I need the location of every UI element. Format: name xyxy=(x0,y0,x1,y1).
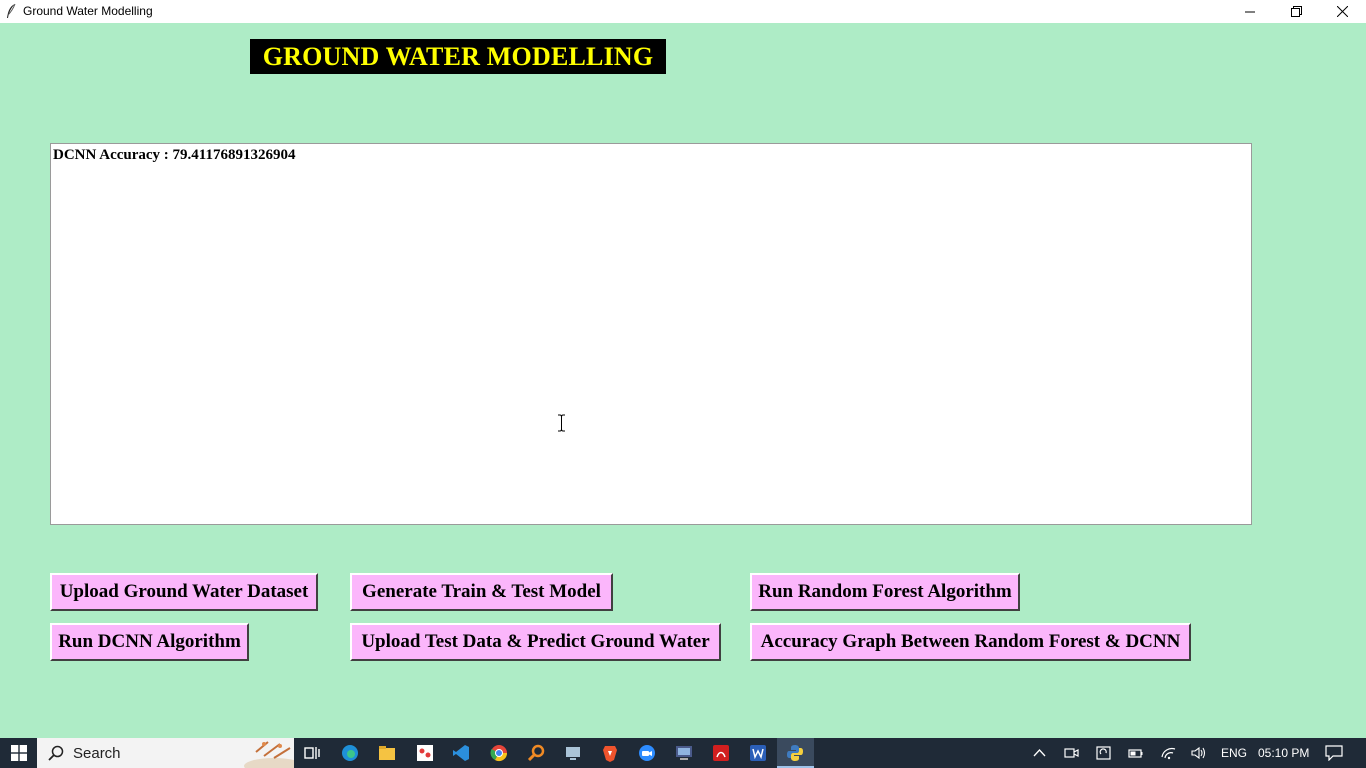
monitor-app-icon[interactable] xyxy=(674,743,694,763)
output-text: DCNN Accuracy : 79.41176891326904 xyxy=(53,147,296,163)
chrome-browser-icon[interactable] xyxy=(489,743,509,763)
search-placeholder: Search xyxy=(73,744,121,762)
run-dcnn-button[interactable]: Run DCNN Algorithm xyxy=(50,623,249,661)
battery-icon[interactable] xyxy=(1128,746,1143,760)
upload-test-data-button[interactable]: Upload Test Data & Predict Ground Water xyxy=(350,623,721,661)
task-view-icon[interactable] xyxy=(302,743,322,763)
notifications-icon[interactable] xyxy=(1325,745,1343,761)
chevron-up-icon[interactable] xyxy=(1032,746,1047,760)
run-random-forest-button[interactable]: Run Random Forest Algorithm xyxy=(750,573,1020,611)
app-heading: GROUND WATER MODELLING xyxy=(250,39,666,74)
text-cursor-icon xyxy=(558,414,565,432)
python-icon xyxy=(787,745,803,761)
file-explorer-icon[interactable] xyxy=(377,743,397,763)
remote-desktop-icon[interactable] xyxy=(563,743,583,763)
generate-model-button[interactable]: Generate Train & Test Model xyxy=(350,573,613,611)
accuracy-graph-button[interactable]: Accuracy Graph Between Random Forest & D… xyxy=(750,623,1191,661)
sync-status-icon[interactable] xyxy=(1096,746,1111,760)
taskbar-search-box[interactable]: Search xyxy=(37,738,294,768)
vscode-icon[interactable] xyxy=(451,743,471,763)
taskbar: Search ENG 05:10 PM xyxy=(0,738,1366,768)
output-text-area[interactable]: DCNN Accuracy : 79.41176891326904 xyxy=(50,143,1252,525)
minimize-button[interactable] xyxy=(1227,0,1273,23)
brave-browser-icon[interactable] xyxy=(600,743,620,763)
volume-icon[interactable] xyxy=(1191,746,1206,760)
search-tool-icon[interactable] xyxy=(526,743,546,763)
meet-now-icon[interactable] xyxy=(1064,746,1079,760)
app-red-tiles-icon[interactable] xyxy=(415,743,435,763)
system-clock[interactable]: 05:10 PM xyxy=(1258,738,1309,768)
taskbar-active-app[interactable] xyxy=(777,738,814,768)
feather-app-icon xyxy=(7,3,16,18)
word-icon[interactable] xyxy=(748,743,768,763)
window-titlebar: Ground Water Modelling xyxy=(0,0,1366,23)
close-button[interactable] xyxy=(1319,0,1365,23)
restore-icon xyxy=(1290,6,1302,17)
upload-dataset-button[interactable]: Upload Ground Water Dataset xyxy=(50,573,318,611)
search-highlight-decoration-icon xyxy=(244,741,294,768)
input-language[interactable]: ENG xyxy=(1221,738,1247,768)
edge-browser-icon[interactable] xyxy=(340,743,360,763)
restore-button[interactable] xyxy=(1273,0,1319,23)
start-button[interactable] xyxy=(0,738,37,768)
windows-logo-icon xyxy=(10,745,27,761)
window-title: Ground Water Modelling xyxy=(23,4,153,18)
wifi-icon[interactable] xyxy=(1161,746,1176,760)
close-icon xyxy=(1336,6,1348,17)
minimize-icon xyxy=(1245,11,1255,12)
zoom-app-icon[interactable] xyxy=(637,743,657,763)
search-icon xyxy=(48,745,64,761)
pdf-reader-icon[interactable] xyxy=(711,743,731,763)
